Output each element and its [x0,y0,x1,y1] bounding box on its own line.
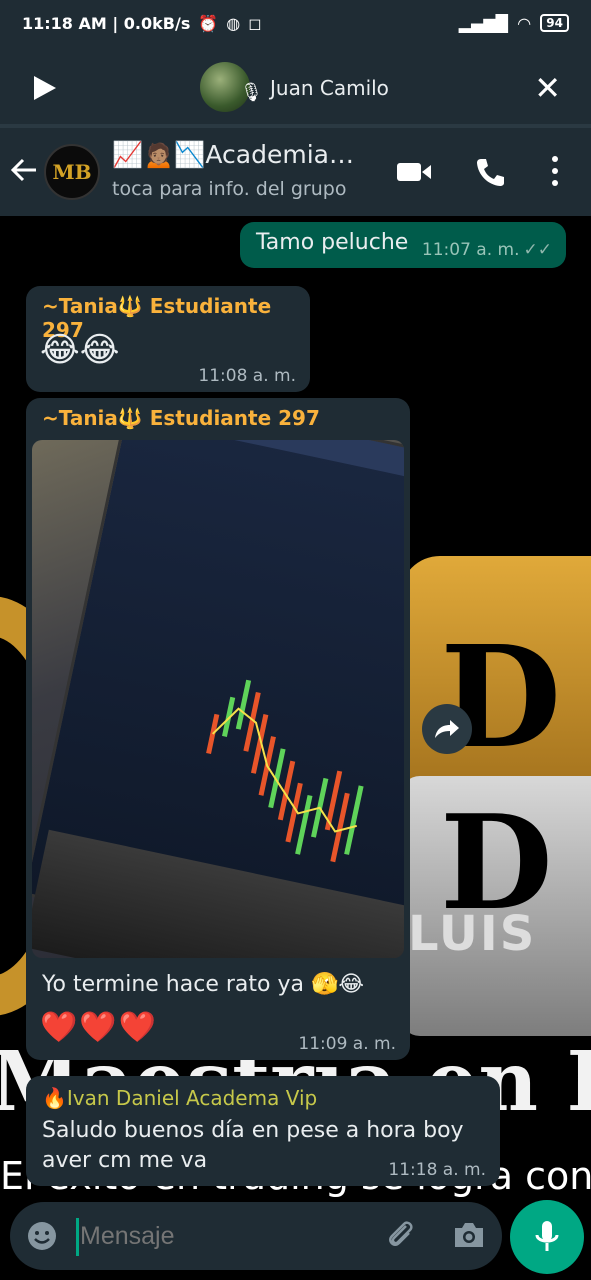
wallpaper-letter: D [440,616,562,780]
emoji-icon[interactable] [26,1220,58,1252]
group-title[interactable]: 📈🙍🏽📉Academia… [112,140,362,170]
sender-name[interactable]: 🔥Ivan Daniel Academa Vip [42,1086,317,1110]
status-bar: 11:18 AM | 0.0kB/s ⏰ ◍ ◻ ▂▄▆█ ◠ 94 [0,0,591,46]
forward-icon [435,720,459,738]
microphone-icon: 🎙 [240,82,263,103]
group-avatar[interactable]: MB [44,144,100,200]
message-outgoing[interactable]: Tamo peluche 11:07 a. m. ✓✓ [240,222,566,268]
microphone-icon [535,1221,559,1251]
message-text: Tamo peluche [256,230,409,255]
group-subtitle[interactable]: toca para info. del grupo [112,178,346,200]
voice-record-button[interactable] [510,1200,584,1274]
video-call-icon[interactable] [396,160,432,184]
play-icon[interactable] [30,74,58,102]
sender-name[interactable]: ~Tania🔱 Estudiante 297 [42,406,320,430]
close-icon[interactable]: ✕ [534,72,561,104]
photo-candlestick-chart [206,679,364,863]
voice-note-player: 🎙 Juan Camilo ✕ [0,46,591,128]
message-emoji: 😂😂 [40,330,120,370]
phone-call-icon[interactable] [474,156,506,188]
camera-icon[interactable] [452,1220,486,1250]
message-incoming[interactable]: ~Tania🔱 Estudiante 297 😂😂 11:08 a. m. [26,286,310,392]
message-time: 11:07 a. m. ✓✓ [421,240,553,260]
message-time: 11:09 a. m. [298,1034,396,1054]
signal-icon: ▂▄▆█ [458,13,508,33]
wallpaper-brand: LUIS [408,906,537,962]
back-arrow-icon[interactable] [10,156,38,184]
chat-header: MB 📈🙍🏽📉Academia… toca para info. del gru… [0,128,591,216]
message-input[interactable] [80,1216,360,1256]
wifi-icon: ◠ [517,13,531,33]
message-incoming[interactable]: 🔥Ivan Daniel Academa Vip Saludo buenos d… [26,1076,500,1186]
text-cursor [76,1218,79,1256]
message-time: 11:18 a. m. [388,1160,486,1180]
instagram-icon: ◻ [248,13,262,33]
status-time: 11:18 AM | 0.0kB/s [22,13,191,33]
message-input-bar [10,1202,502,1270]
player-sender-name: Juan Camilo [270,76,389,100]
message-incoming-photo[interactable]: ~Tania🔱 Estudiante 297 Yo termine hace r… [26,398,410,1060]
message-text: Yo termine hace rato ya 🫣😂 [42,972,365,997]
attach-icon[interactable] [384,1218,418,1252]
message-emoji: ❤️❤️❤️ [40,1010,159,1045]
read-receipt-icon: ✓✓ [523,240,553,260]
message-time: 11:08 a. m. [198,366,296,386]
more-options-icon[interactable] [548,154,562,188]
forward-button[interactable] [422,704,472,754]
whatsapp-notification-icon: ◍ [226,13,241,33]
alarm-icon: ⏰ [198,13,219,33]
battery-indicator: 94 [540,14,569,32]
message-photo[interactable] [32,440,404,958]
